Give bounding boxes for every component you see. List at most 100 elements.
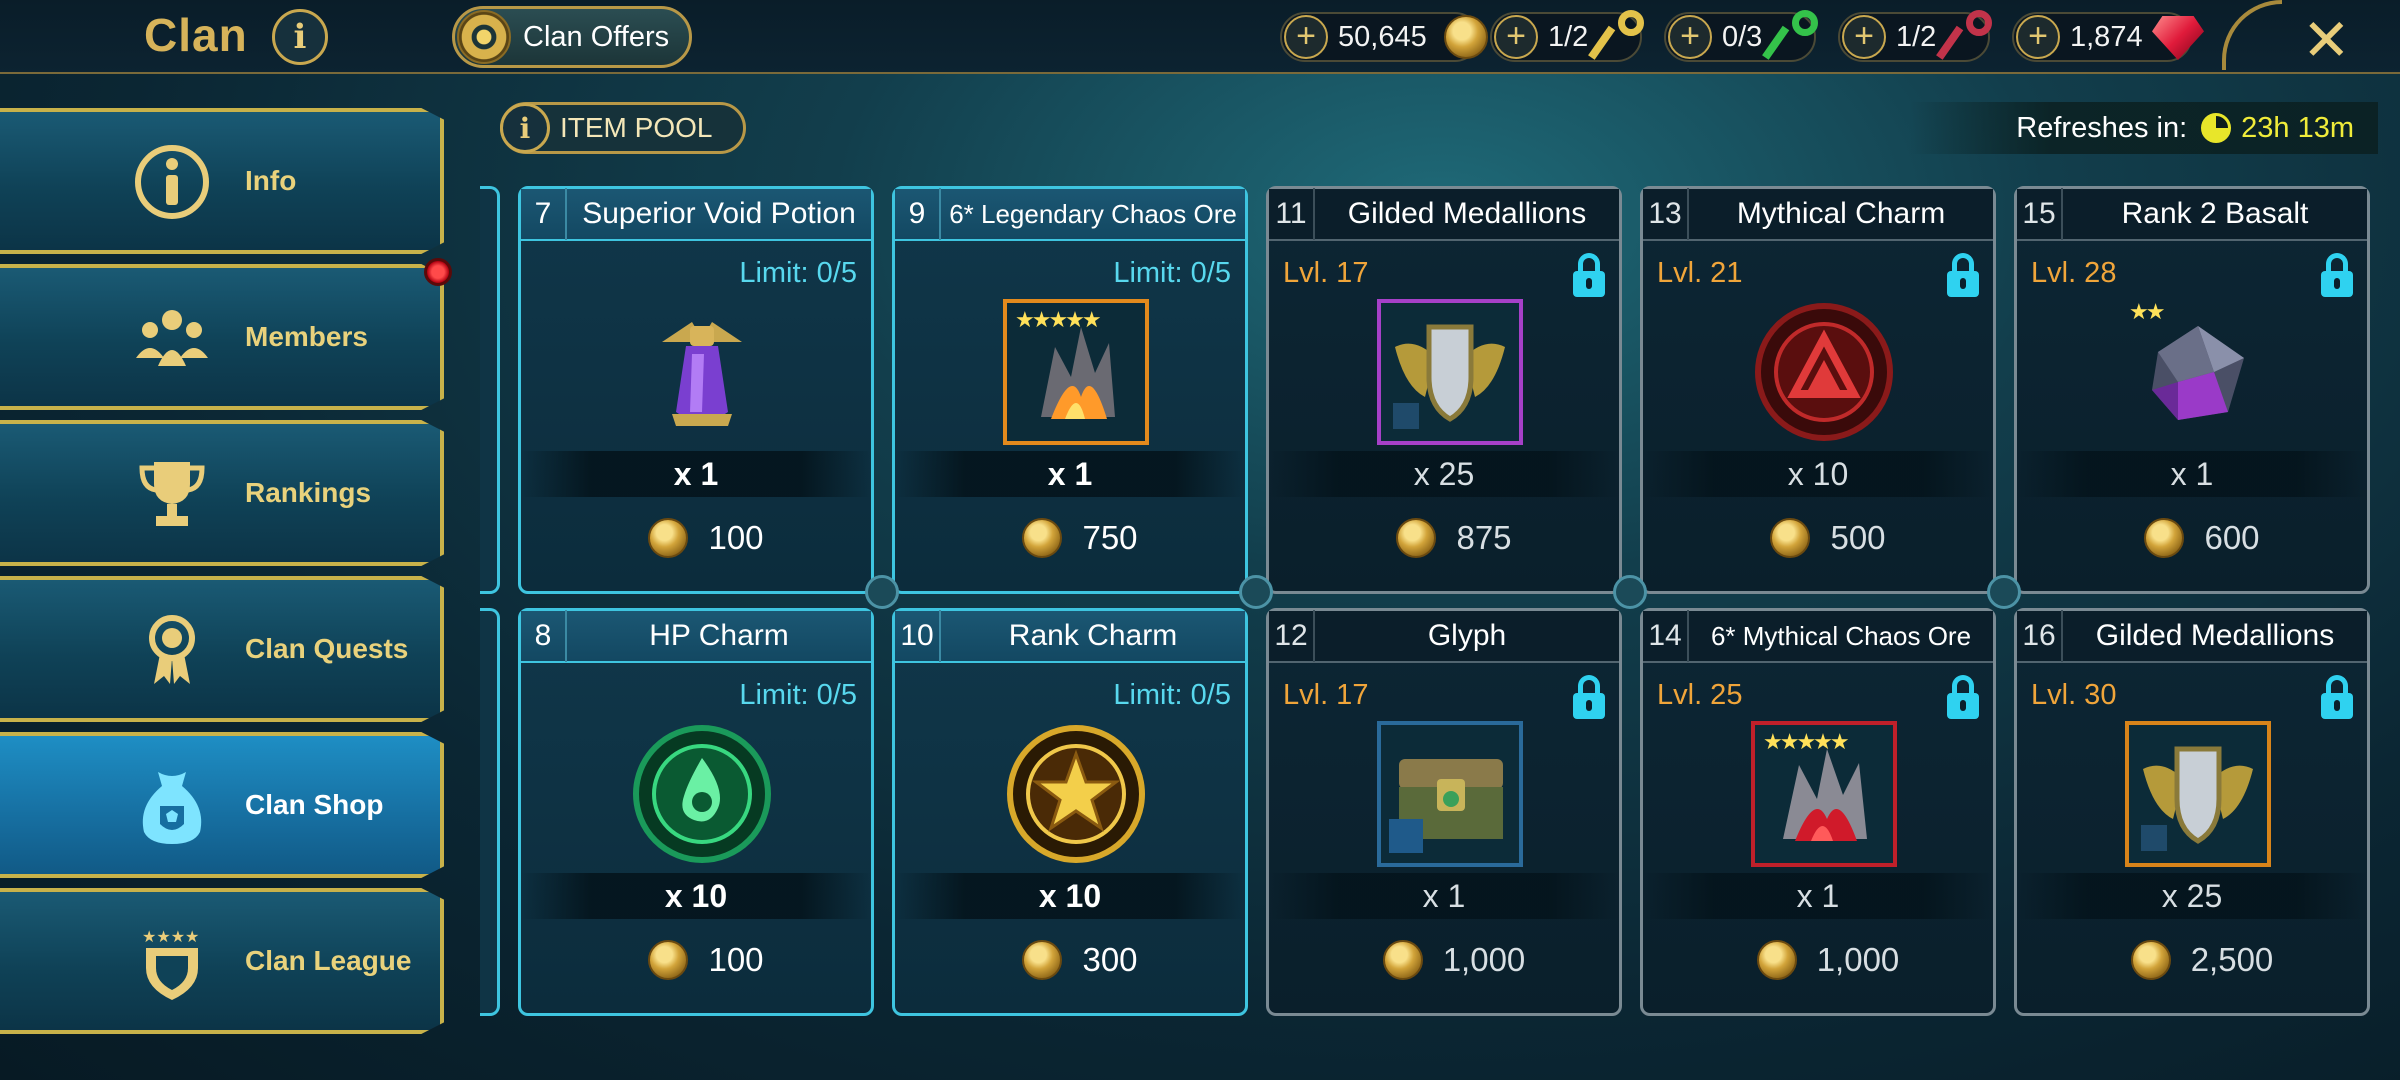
slot-number: 13 <box>1643 188 1689 240</box>
resource-gold-keys: + 1/2 <box>1490 10 1644 62</box>
gems-value: 1,874 <box>2070 20 2143 53</box>
sidebar-item-info[interactable]: Info <box>0 108 444 254</box>
item-price: 100 <box>521 513 871 563</box>
card-joint <box>1613 575 1647 609</box>
required-level: Lvl. 30 <box>2031 679 2117 711</box>
sidebar-item-clan-quests[interactable]: Clan Quests <box>0 576 444 722</box>
required-level: Lvl. 17 <box>1283 679 1369 711</box>
star-rating: ★★ <box>2129 299 2165 324</box>
item-name: Gilded Medallions <box>1347 197 1587 230</box>
coin-icon <box>1382 940 1423 980</box>
add-coins-button[interactable]: + <box>1284 15 1328 59</box>
item-name: Mythical Charm <box>1736 197 1946 230</box>
chaos-ore-icon: ★★★★★ <box>1003 299 1149 445</box>
purchase-limit: Limit: 0/5 <box>1113 679 1231 711</box>
shop-card-locked[interactable]: 13 Mythical Charm Lvl. 21 x 10 500 <box>1640 186 1996 594</box>
shop-card[interactable]: 9 6* Legendary Chaos Ore Limit: 0/5 ★★★★★… <box>892 186 1248 594</box>
slot-number: 7 <box>521 188 567 240</box>
item-quantity: x 1 <box>521 451 871 497</box>
gold-keys-value: 1/2 <box>1548 20 1589 53</box>
red-keys-value: 1/2 <box>1896 20 1937 53</box>
lock-icon <box>1947 253 1979 297</box>
slot-number: 12 <box>1269 610 1315 662</box>
shop-card-locked[interactable]: 12 Glyph Lvl. 17 x 1 1,000 <box>1266 608 1622 1016</box>
slot-number: 10 <box>895 610 941 662</box>
lock-icon <box>1947 675 1979 719</box>
coin-icon <box>648 518 689 558</box>
rank-charm-icon <box>1003 721 1149 867</box>
price-value: 500 <box>1830 519 1886 556</box>
item-quantity: x 10 <box>1643 451 1993 497</box>
corner-ornament <box>2222 0 2282 70</box>
sidebar-item-rankings[interactable]: Rankings <box>0 420 444 566</box>
card-joint <box>1987 575 2021 609</box>
add-gems-button[interactable]: + <box>2016 15 2060 59</box>
mythical-ore-icon: ★★★★★ <box>1751 721 1897 867</box>
sidebar-item-members[interactable]: Members <box>0 264 444 410</box>
item-pool-button[interactable]: i ITEM POOL <box>500 102 746 154</box>
slot-number: 14 <box>1643 610 1689 662</box>
item-price: 1,000 <box>1643 935 1993 985</box>
item-quantity: x 25 <box>2017 873 2367 919</box>
sidebar-item-clan-shop[interactable]: Clan Shop <box>0 732 444 878</box>
item-name: Glyph <box>1427 619 1507 652</box>
add-green-keys-button[interactable]: + <box>1668 15 1712 59</box>
price-value: 750 <box>1082 519 1138 556</box>
coin-icon <box>1444 15 1488 59</box>
add-gold-keys-button[interactable]: + <box>1494 15 1538 59</box>
slot-number: 8 <box>521 610 567 662</box>
sidebar-item-clan-league[interactable]: ★★★★ Clan League <box>0 888 444 1034</box>
item-name: 6* Legendary Chaos Ore <box>949 198 1237 229</box>
trophy-icon <box>130 452 214 536</box>
shop-card-locked[interactable]: 11 Gilded Medallions Lvl. 17 x 25 875 <box>1266 186 1622 594</box>
svg-text:★★★★: ★★★★ <box>142 929 199 946</box>
sidebar-item-label: Clan Shop <box>245 789 384 820</box>
notification-dot <box>424 258 452 286</box>
clan-info-icon[interactable]: i <box>272 9 328 65</box>
item-quantity: x 1 <box>2017 451 2367 497</box>
price-value: 1,000 <box>1442 941 1526 978</box>
item-pool-info-icon: i <box>500 103 550 153</box>
coin-icon <box>1756 940 1797 980</box>
clan-offers-button[interactable]: Clan Offers <box>452 6 692 68</box>
resource-green-keys: + 0/3 <box>1664 10 1818 62</box>
medal-icon <box>130 608 214 692</box>
shop-card[interactable]: 10 Rank Charm Limit: 0/5 x 10 300 <box>892 608 1248 1016</box>
basalt-icon: ★★ <box>2125 299 2271 445</box>
item-name: Rank Charm <box>1008 619 1178 652</box>
item-name: Superior Void Potion <box>582 197 856 230</box>
clock-icon <box>2201 113 2232 143</box>
shop-card-locked[interactable]: 14 6* Mythical Chaos Ore Lvl. 25 ★★★★★ x … <box>1640 608 1996 1016</box>
shop-card[interactable]: 7 Superior Void Potion Limit: 0/5 x 1 100 <box>518 186 874 594</box>
item-quantity: x 1 <box>1269 873 1619 919</box>
shop-card-locked[interactable]: 16 Gilded Medallions Lvl. 30 x 25 2,500 <box>2014 608 2370 1016</box>
price-value: 2,500 <box>2190 941 2274 978</box>
shop-card-locked[interactable]: 15 Rank 2 Basalt Lvl. 28 ★★ x 1 600 <box>2014 186 2370 594</box>
close-icon[interactable]: ✕ <box>2302 6 2351 74</box>
item-quantity: x 10 <box>895 873 1245 919</box>
item-price: 875 <box>1269 513 1619 563</box>
coins-value: 50,645 <box>1338 20 1427 53</box>
resource-red-keys: + 1/2 <box>1838 10 1992 62</box>
info-icon <box>130 140 214 224</box>
coin-icon <box>2144 518 2185 558</box>
coin-icon <box>1396 518 1437 558</box>
add-red-keys-button[interactable]: + <box>1842 15 1886 59</box>
shield-stars-icon: ★★★★ <box>130 920 214 1004</box>
slot-number: 16 <box>2017 610 2063 662</box>
item-price: 1,000 <box>1269 935 1619 985</box>
item-quantity: x 10 <box>521 873 871 919</box>
item-name: Rank 2 Basalt <box>2121 197 2309 230</box>
clan-offers-label: Clan Offers <box>523 20 670 53</box>
card-joint <box>1239 575 1273 609</box>
required-level: Lvl. 28 <box>2031 257 2117 289</box>
shop-card[interactable]: 8 HP Charm Limit: 0/5 x 10 100 <box>518 608 874 1016</box>
slot-number: 9 <box>895 188 941 240</box>
required-level: Lvl. 21 <box>1657 257 1743 289</box>
medallion-icon <box>2125 721 2271 867</box>
item-name: Gilded Medallions <box>2095 619 2335 652</box>
lock-icon <box>2321 253 2353 297</box>
refresh-label: Refreshes in: <box>2016 111 2188 144</box>
star-rating: ★★★★★ <box>1015 307 1102 332</box>
sidebar-item-label: Rankings <box>245 477 372 508</box>
